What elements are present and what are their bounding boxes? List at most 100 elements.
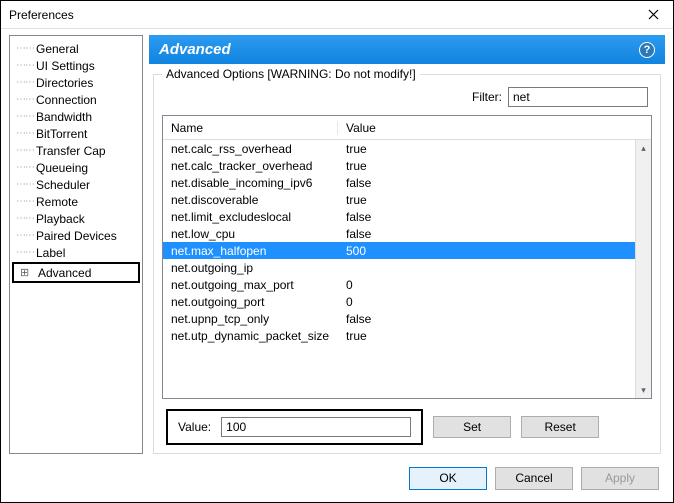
cell-name: net.low_cpu bbox=[163, 227, 338, 241]
scroll-down-icon[interactable]: ▾ bbox=[636, 382, 651, 398]
cell-value: 0 bbox=[338, 295, 651, 309]
sidebar-item-ui-settings[interactable]: ⋯⋯UI Settings bbox=[10, 57, 142, 74]
main-panel: Advanced ? Advanced Options [WARNING: Do… bbox=[149, 35, 665, 454]
cell-value: false bbox=[338, 312, 651, 326]
value-input[interactable] bbox=[221, 417, 411, 437]
tree-leaf-icon: ⋯⋯ bbox=[16, 128, 36, 139]
table-row[interactable]: net.max_halfopen500 bbox=[163, 242, 651, 259]
cell-value: false bbox=[338, 210, 651, 224]
table-row[interactable]: net.outgoing_port0 bbox=[163, 293, 651, 310]
cell-name: net.calc_rss_overhead bbox=[163, 142, 338, 156]
filter-label: Filter: bbox=[472, 90, 502, 104]
sidebar-item-queueing[interactable]: ⋯⋯Queueing bbox=[10, 159, 142, 176]
cell-value: true bbox=[338, 193, 651, 207]
table-row[interactable]: net.calc_rss_overheadtrue bbox=[163, 140, 651, 157]
sidebar-item-bandwidth[interactable]: ⋯⋯Bandwidth bbox=[10, 108, 142, 125]
cell-name: net.max_halfopen bbox=[163, 244, 338, 258]
cell-name: net.discoverable bbox=[163, 193, 338, 207]
table-header: Name Value bbox=[163, 116, 651, 140]
sidebar-item-scheduler[interactable]: ⋯⋯Scheduler bbox=[10, 176, 142, 193]
cell-value: true bbox=[338, 159, 651, 173]
reset-button[interactable]: Reset bbox=[521, 416, 599, 438]
table-row[interactable]: net.discoverabletrue bbox=[163, 191, 651, 208]
cancel-button[interactable]: Cancel bbox=[495, 467, 573, 490]
table-row[interactable]: net.low_cpufalse bbox=[163, 225, 651, 242]
col-name[interactable]: Name bbox=[163, 121, 338, 135]
table-row[interactable]: net.calc_tracker_overheadtrue bbox=[163, 157, 651, 174]
table-body[interactable]: net.calc_rss_overheadtruenet.calc_tracke… bbox=[163, 140, 651, 398]
cell-value: true bbox=[338, 142, 651, 156]
filter-input[interactable] bbox=[508, 87, 648, 107]
tree-leaf-icon: ⋯⋯ bbox=[16, 77, 36, 88]
dialog-footer: OK Cancel Apply bbox=[1, 454, 673, 502]
sidebar-item-directories[interactable]: ⋯⋯Directories bbox=[10, 74, 142, 91]
sidebar-item-label: Remote bbox=[36, 195, 78, 209]
tree-leaf-icon: ⋯⋯ bbox=[16, 111, 36, 122]
help-icon[interactable]: ? bbox=[639, 42, 655, 58]
cell-name: net.utp_dynamic_packet_size bbox=[163, 329, 338, 343]
scroll-up-icon[interactable]: ▴ bbox=[636, 140, 651, 156]
tree-leaf-icon: ⋯⋯ bbox=[16, 179, 36, 190]
sidebar-item-label: Advanced bbox=[38, 266, 91, 280]
sidebar-item-label: Directories bbox=[36, 76, 93, 90]
sidebar-item-label: Queueing bbox=[36, 161, 88, 175]
tree-leaf-icon: ⋯⋯ bbox=[16, 230, 36, 241]
sidebar-item-advanced[interactable]: ⊞Advanced bbox=[12, 262, 140, 283]
sidebar-item-label: Playback bbox=[36, 212, 85, 226]
cell-value: true bbox=[338, 329, 651, 343]
cell-name: net.calc_tracker_overhead bbox=[163, 159, 338, 173]
tree-leaf-icon: ⋯⋯ bbox=[16, 94, 36, 105]
advanced-groupbox: Advanced Options [WARNING: Do not modify… bbox=[153, 74, 661, 454]
ok-button[interactable]: OK bbox=[409, 467, 487, 490]
preferences-window: Preferences ⋯⋯General⋯⋯UI Settings⋯⋯Dire… bbox=[0, 0, 674, 503]
cell-value: false bbox=[338, 176, 651, 190]
apply-button[interactable]: Apply bbox=[581, 467, 659, 490]
sidebar-item-remote[interactable]: ⋯⋯Remote bbox=[10, 193, 142, 210]
cell-name: net.disable_incoming_ipv6 bbox=[163, 176, 338, 190]
sidebar-item-label: Connection bbox=[36, 93, 97, 107]
table-row[interactable]: net.limit_excludeslocalfalse bbox=[163, 208, 651, 225]
category-tree[interactable]: ⋯⋯General⋯⋯UI Settings⋯⋯Directories⋯⋯Con… bbox=[9, 35, 143, 454]
window-title: Preferences bbox=[9, 8, 633, 22]
panel-title: Advanced bbox=[159, 41, 231, 58]
titlebar: Preferences bbox=[1, 1, 673, 29]
tree-leaf-icon: ⋯⋯ bbox=[16, 60, 36, 71]
sidebar-item-transfer-cap[interactable]: ⋯⋯Transfer Cap bbox=[10, 142, 142, 159]
sidebar-item-label: General bbox=[36, 42, 79, 56]
sidebar-item-label: Bandwidth bbox=[36, 110, 92, 124]
panel-header: Advanced ? bbox=[149, 35, 665, 64]
table-row[interactable]: net.utp_dynamic_packet_sizetrue bbox=[163, 327, 651, 344]
sidebar-item-playback[interactable]: ⋯⋯Playback bbox=[10, 210, 142, 227]
set-button[interactable]: Set bbox=[433, 416, 511, 438]
sidebar-item-general[interactable]: ⋯⋯General bbox=[10, 40, 142, 57]
options-table: Name Value net.calc_rss_overheadtruenet.… bbox=[162, 115, 652, 399]
value-editor-row: Value: Set Reset bbox=[162, 399, 652, 445]
col-value[interactable]: Value bbox=[338, 121, 651, 135]
expand-icon: ⊞ bbox=[18, 266, 38, 279]
close-icon bbox=[648, 9, 659, 20]
sidebar-item-connection[interactable]: ⋯⋯Connection bbox=[10, 91, 142, 108]
table-row[interactable]: net.upnp_tcp_onlyfalse bbox=[163, 310, 651, 327]
sidebar-item-bittorrent[interactable]: ⋯⋯BitTorrent bbox=[10, 125, 142, 142]
value-label: Value: bbox=[178, 420, 211, 434]
groupbox-label: Advanced Options [WARNING: Do not modify… bbox=[162, 67, 420, 81]
sidebar-item-label[interactable]: ⋯⋯Label bbox=[10, 244, 142, 261]
cell-value: 0 bbox=[338, 278, 651, 292]
value-editor-box: Value: bbox=[166, 409, 423, 445]
close-button[interactable] bbox=[633, 1, 673, 29]
sidebar-item-label: BitTorrent bbox=[36, 127, 87, 141]
table-row[interactable]: net.outgoing_ip bbox=[163, 259, 651, 276]
sidebar-item-label: Label bbox=[36, 246, 65, 260]
table-row[interactable]: net.outgoing_max_port0 bbox=[163, 276, 651, 293]
sidebar-item-paired-devices[interactable]: ⋯⋯Paired Devices bbox=[10, 227, 142, 244]
sidebar-item-label: Scheduler bbox=[36, 178, 90, 192]
sidebar-item-label: Transfer Cap bbox=[36, 144, 106, 158]
tree-leaf-icon: ⋯⋯ bbox=[16, 247, 36, 258]
cell-value: 500 bbox=[338, 244, 651, 258]
scrollbar[interactable]: ▴ ▾ bbox=[635, 140, 651, 398]
table-row[interactable]: net.disable_incoming_ipv6false bbox=[163, 174, 651, 191]
tree-leaf-icon: ⋯⋯ bbox=[16, 196, 36, 207]
tree-leaf-icon: ⋯⋯ bbox=[16, 43, 36, 54]
cell-name: net.upnp_tcp_only bbox=[163, 312, 338, 326]
tree-leaf-icon: ⋯⋯ bbox=[16, 162, 36, 173]
